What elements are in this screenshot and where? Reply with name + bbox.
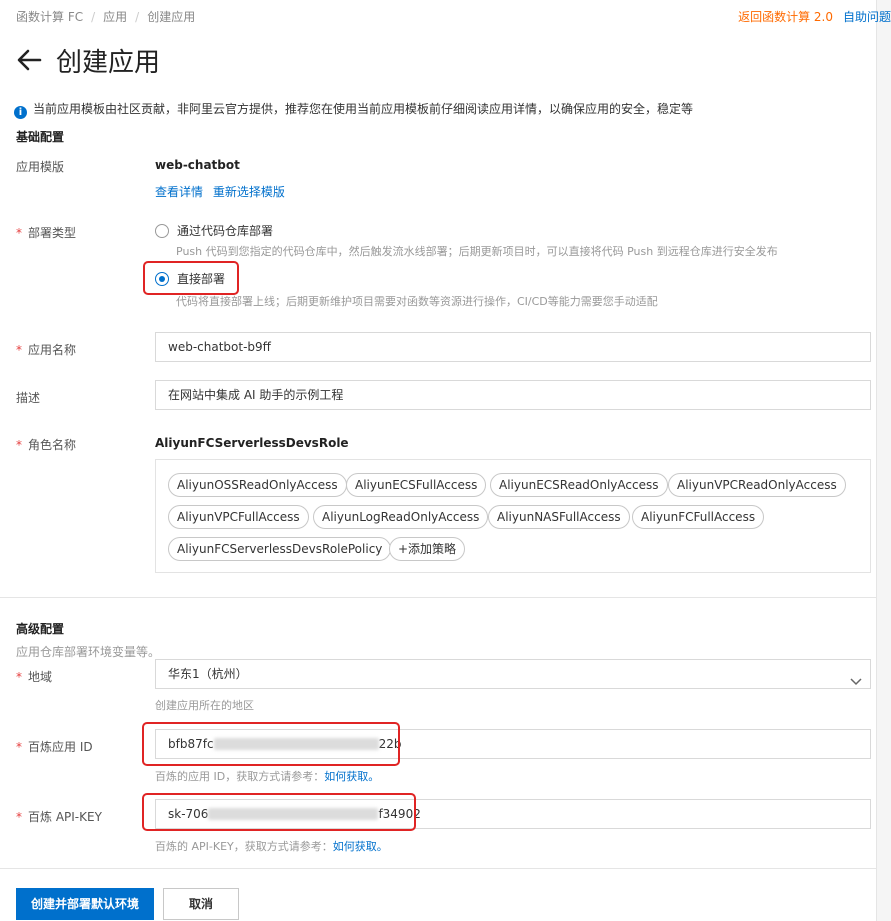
deploy-option-repo[interactable]: 通过代码仓库部署 <box>155 222 273 239</box>
highlight-box-bailian-id <box>142 722 400 766</box>
template-value: web-chatbot <box>155 158 240 172</box>
policy-list: AliyunOSSReadOnlyAccess AliyunECSFullAcc… <box>155 459 871 573</box>
template-links: 查看详情 重新选择模版 <box>155 183 285 200</box>
deploy-option-repo-desc: Push 代码到您指定的代码仓库中，然后触发流水线部署；后期更新项目时，可以直接… <box>176 245 778 258</box>
policy-tag: AliyunECSReadOnlyAccess <box>490 473 668 497</box>
notice-text: 当前应用模板由社区贡献，非阿里云官方提供，推荐您在使用当前应用模板前仔细阅读应用… <box>33 102 694 116</box>
deploy-option-direct-label: 直接部署 <box>177 272 226 286</box>
page-title-row: 创建应用 <box>16 42 160 79</box>
radio-repo[interactable] <box>155 224 169 238</box>
breadcrumb: 函数计算 FC / 应用 / 创建应用 <box>16 10 196 24</box>
app-name-label: * 应用名称 <box>16 343 77 357</box>
bailian-id-label: * 百炼应用 ID <box>16 740 93 754</box>
cancel-button[interactable]: 取消 <box>163 888 239 920</box>
api-key-label: * 百炼 API-KEY <box>16 810 102 824</box>
policy-tag: AliyunLogReadOnlyAccess <box>313 505 489 529</box>
advanced-section-title: 高级配置 <box>16 622 65 636</box>
deploy-type-label: * 部署类型 <box>16 226 77 240</box>
reselect-template-link[interactable]: 重新选择模版 <box>213 185 285 199</box>
api-key-hint: 百炼的 API-KEY，获取方式请参考：如何获取。 <box>155 840 388 853</box>
view-details-link[interactable]: 查看详情 <box>155 185 203 199</box>
basic-section-title: 基础配置 <box>16 130 65 144</box>
region-hint: 创建应用所在的地区 <box>155 699 254 712</box>
template-label: 应用模版 <box>16 160 65 174</box>
create-deploy-button[interactable]: 创建并部署默认环境 <box>16 888 154 920</box>
arrow-left-icon[interactable] <box>16 48 42 78</box>
desc-input[interactable]: 在网站中集成 AI 助手的示例工程 <box>155 380 871 410</box>
deploy-option-direct-desc: 代码将直接部署上线；后期更新维护项目需要对函数等资源进行操作，CI/CD等能力需… <box>176 295 658 308</box>
policy-tag: AliyunVPCReadOnlyAccess <box>668 473 846 497</box>
page-title: 创建应用 <box>56 48 161 78</box>
footer-divider <box>0 868 877 869</box>
policy-tag: AliyunOSSReadOnlyAccess <box>168 473 347 497</box>
community-notice: i 当前应用模板由社区贡献，非阿里云官方提供，推荐您在使用当前应用模板前仔细阅读应… <box>14 100 693 119</box>
role-value: AliyunFCServerlessDevsRole <box>155 436 349 450</box>
back-to-fc2-link[interactable]: 返回函数计算 2.0 <box>738 10 833 24</box>
top-links: 返回函数计算 2.0 自助问题 <box>738 8 891 25</box>
app-name-input[interactable]: web-chatbot-b9ff <box>155 332 871 362</box>
policy-tag: AliyunNASFullAccess <box>488 505 630 529</box>
bailian-id-help-link[interactable]: 如何获取。 <box>324 770 379 783</box>
breadcrumb-create-app: 创建应用 <box>147 10 196 24</box>
self-help-link[interactable]: 自助问题 <box>843 10 891 24</box>
api-key-help-link[interactable]: 如何获取。 <box>333 840 388 853</box>
policy-tag: AliyunECSFullAccess <box>346 473 487 497</box>
region-select[interactable]: 华东1（杭州） <box>155 659 871 689</box>
highlight-box-api-key <box>142 793 416 831</box>
info-icon: i <box>14 106 27 119</box>
chevron-down-icon <box>850 669 862 697</box>
page-scrollbar[interactable] <box>876 0 891 921</box>
advanced-section-desc: 应用仓库部署环境变量等。 <box>16 645 161 659</box>
radio-direct[interactable] <box>155 272 169 286</box>
policy-tag: AliyunVPCFullAccess <box>168 505 309 529</box>
policy-tag: AliyunFCServerlessDevsRolePolicy <box>168 537 392 561</box>
region-label: * 地域 <box>16 670 53 684</box>
desc-label: 描述 <box>16 391 41 405</box>
deploy-option-repo-label: 通过代码仓库部署 <box>177 224 274 238</box>
add-policy-button[interactable]: +添加策略 <box>389 537 466 561</box>
breadcrumb-fc[interactable]: 函数计算 FC <box>16 10 83 24</box>
breadcrumb-apps[interactable]: 应用 <box>103 10 127 24</box>
role-label: * 角色名称 <box>16 438 77 452</box>
region-value: 华东1（杭州） <box>168 667 248 681</box>
deploy-option-direct[interactable]: 直接部署 <box>155 270 225 287</box>
bailian-id-hint: 百炼的应用 ID，获取方式请参考：如何获取。 <box>155 770 380 783</box>
policy-tag: AliyunFCFullAccess <box>632 505 765 529</box>
section-divider <box>0 597 877 598</box>
